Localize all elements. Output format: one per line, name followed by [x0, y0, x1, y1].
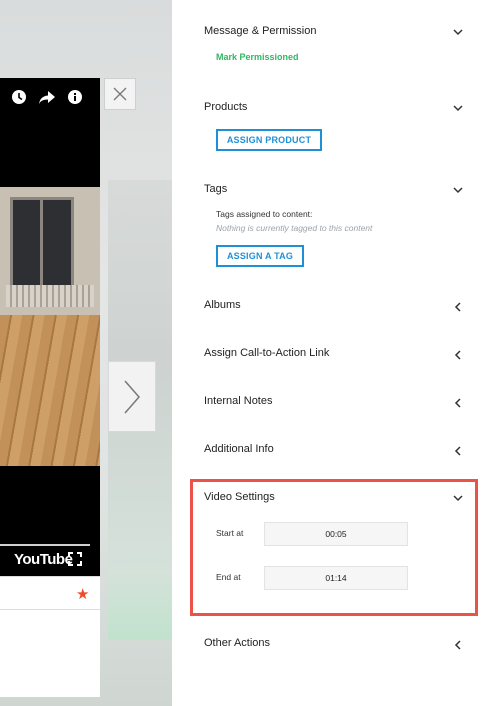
player-info-card: ★ — [0, 576, 100, 697]
section-title-message-permission[interactable]: Message & Permission — [204, 25, 317, 37]
section-title-albums[interactable]: Albums — [204, 299, 241, 311]
close-button[interactable] — [104, 78, 136, 110]
end-at-field[interactable]: 01:14 — [264, 566, 408, 590]
star-icon[interactable]: ★ — [76, 585, 89, 603]
section-title-additional-info[interactable]: Additional Info — [204, 443, 274, 455]
end-at-label: End at — [216, 572, 241, 582]
section-title-other-actions[interactable]: Other Actions — [204, 637, 270, 649]
section-title-cta[interactable]: Assign Call-to-Action Link — [204, 347, 329, 359]
mark-permissioned-link[interactable]: Mark Permissioned — [216, 52, 299, 62]
chevron-left-icon[interactable] — [452, 397, 464, 409]
chevron-left-icon[interactable] — [452, 301, 464, 313]
divider — [0, 609, 100, 610]
tags-assigned-label: Tags assigned to content: — [216, 209, 313, 219]
start-at-label: Start at — [216, 528, 244, 538]
start-at-field[interactable]: 00:05 — [264, 522, 408, 546]
video-progress-bar[interactable] — [0, 544, 90, 546]
fullscreen-icon[interactable] — [68, 552, 82, 566]
assign-product-button[interactable]: ASSIGN PRODUCT — [216, 129, 322, 151]
video-frame[interactable] — [0, 187, 100, 466]
chevron-down-icon[interactable] — [452, 102, 464, 114]
chevron-down-icon[interactable] — [452, 184, 464, 196]
youtube-logo[interactable]: YouTube — [14, 551, 73, 568]
section-title-tags[interactable]: Tags — [204, 183, 227, 195]
chevron-left-icon[interactable] — [452, 349, 464, 361]
section-title-video-settings[interactable]: Video Settings — [204, 491, 275, 503]
next-button[interactable] — [108, 361, 156, 432]
tags-empty-text: Nothing is currently tagged to this cont… — [216, 223, 373, 233]
clock-icon[interactable] — [10, 88, 28, 106]
video-radiator — [6, 285, 94, 307]
share-icon[interactable] — [38, 88, 56, 106]
section-title-internal-notes[interactable]: Internal Notes — [204, 395, 272, 407]
chevron-down-icon[interactable] — [452, 492, 464, 504]
chevron-left-icon[interactable] — [452, 639, 464, 651]
chevron-left-icon[interactable] — [452, 445, 464, 457]
chevron-right-icon — [124, 380, 140, 413]
video-floor — [0, 315, 100, 466]
video-window — [10, 197, 74, 297]
info-icon[interactable] — [66, 88, 84, 106]
chevron-down-icon[interactable] — [452, 26, 464, 38]
section-title-products[interactable]: Products — [204, 101, 247, 113]
close-icon — [113, 87, 127, 101]
assign-tag-button[interactable]: ASSIGN A TAG — [216, 245, 304, 267]
